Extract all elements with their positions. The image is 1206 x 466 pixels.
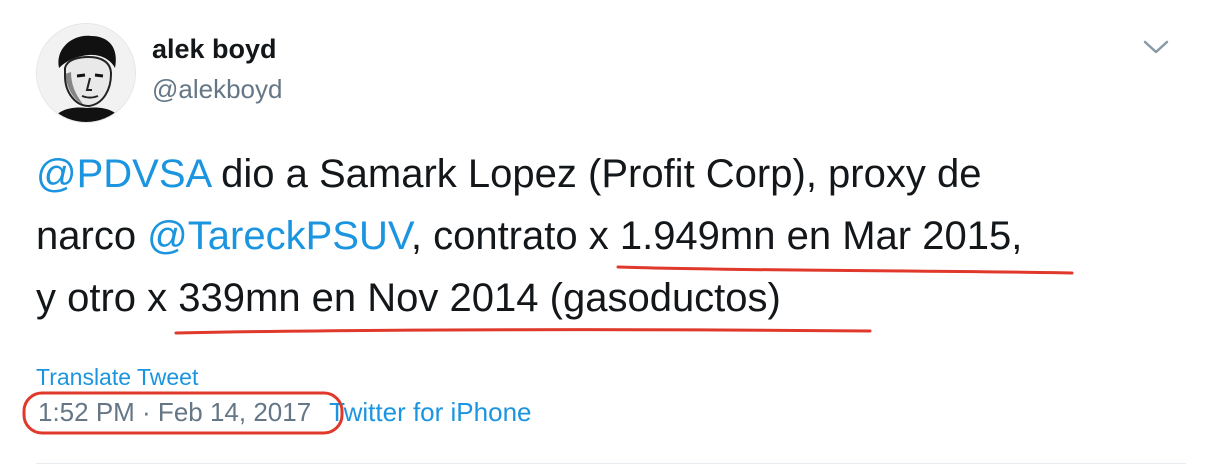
red-underline-annotation bbox=[174, 328, 872, 335]
highlight-text: 339mn en Nov 2014 (gasoductos) bbox=[178, 276, 781, 320]
tweet-line-1: @PDVSA dio a Samark Lopez (Profit Corp),… bbox=[36, 143, 1186, 205]
tweet-line-3: y otro x 339mn en Nov 2014 (gasoductos) bbox=[36, 267, 1186, 335]
translate-tweet-link[interactable]: Translate Tweet bbox=[36, 364, 198, 391]
mention-tareckpsuv[interactable]: @TareckPSUV bbox=[147, 214, 411, 258]
tweet-text-segment: , bbox=[1011, 214, 1023, 258]
tweet-text-segment: , contrato x bbox=[410, 214, 620, 258]
tweet-line-2: narco @TareckPSUV, contrato x 1.949mn en… bbox=[36, 205, 1186, 275]
user-handle[interactable]: @alekboyd bbox=[152, 74, 282, 105]
timestamp-annotated: 1:52 PM · Feb 14, 2017 bbox=[22, 391, 344, 435]
tweet-text-segment: y otro x bbox=[36, 276, 179, 320]
tweet-text-segment: narco bbox=[36, 214, 148, 258]
avatar[interactable] bbox=[36, 23, 136, 123]
underlined-amount-2: 339mn en Nov 2014 (gasoductos) bbox=[174, 267, 872, 335]
underlined-amount-1: 1.949mn en Mar 2015 bbox=[616, 205, 1074, 275]
divider bbox=[36, 463, 1186, 464]
display-name[interactable]: alek boyd bbox=[152, 34, 277, 65]
tweet-meta: 1:52 PM · Feb 14, 2017 Twitter for iPhon… bbox=[22, 391, 531, 435]
tweet-text-segment: dio a Samark Lopez (Profit Corp), proxy … bbox=[210, 152, 982, 196]
tweet-text: @PDVSA dio a Samark Lopez (Profit Corp),… bbox=[36, 143, 1186, 335]
red-circle-annotation bbox=[22, 391, 344, 435]
highlight-text: 1.949mn en Mar 2015 bbox=[619, 214, 1012, 258]
avatar-portrait-icon bbox=[37, 24, 135, 122]
tweet-card: alek boyd @alekboyd @PDVSA dio a Samark … bbox=[0, 0, 1206, 466]
chevron-down-icon[interactable] bbox=[1142, 36, 1170, 58]
source-link[interactable]: Twitter for iPhone bbox=[329, 397, 531, 427]
mention-pdvsa[interactable]: @PDVSA bbox=[36, 152, 210, 196]
